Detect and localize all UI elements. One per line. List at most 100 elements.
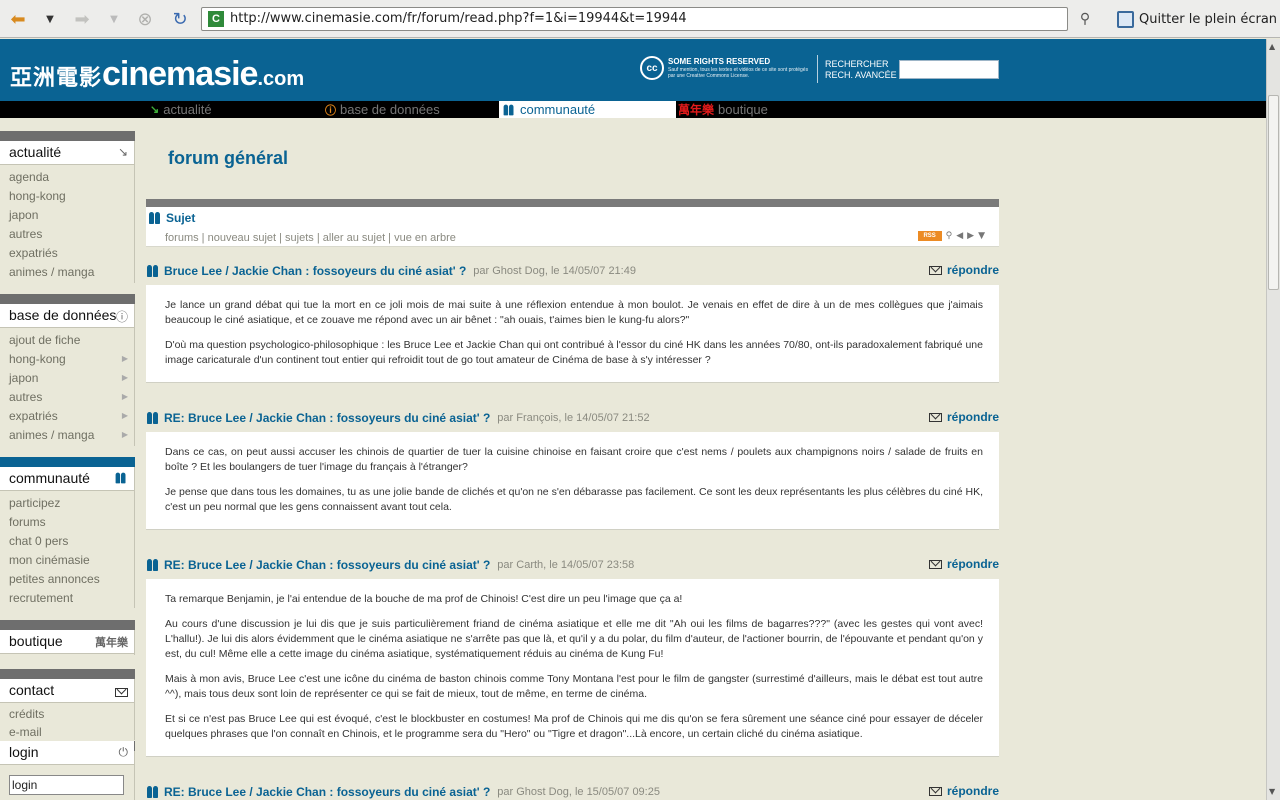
topnav-boutique[interactable]: 萬年樂 boutique	[678, 101, 852, 118]
reply-button[interactable]: répondre	[928, 263, 999, 277]
expand-arrow-icon[interactable]: ▶	[122, 411, 128, 420]
stop-icon[interactable]: ⊗	[133, 7, 157, 31]
rss-icon[interactable]: RSS	[917, 231, 942, 241]
sidebar-head-label: base de données	[9, 307, 117, 323]
post-meta: par Carth, le 14/05/07 23:58	[497, 559, 635, 571]
forward-arrow-icon[interactable]: ➡	[70, 7, 94, 31]
sidebar-item-japon[interactable]: japon	[9, 371, 38, 385]
sidebar-item-hong-kong[interactable]: hong-kong	[9, 352, 66, 366]
expand-arrow-icon[interactable]: ▶	[122, 430, 128, 439]
sidebar-item-ajout-de-fiche[interactable]: ajout de fiche	[9, 333, 80, 347]
url-bar[interactable]: C http://www.cinemasie.com/fr/forum/read…	[201, 7, 1068, 31]
people-icon	[146, 786, 160, 798]
reply-button[interactable]: répondre	[928, 557, 999, 571]
footprint-icon[interactable]: ⚲	[1073, 7, 1097, 31]
reply-label: répondre	[946, 263, 999, 277]
post-body: Ta remarque Benjamin, je l'ai entendue d…	[146, 579, 999, 757]
sidebar-item-email[interactable]: e-mail	[9, 725, 42, 739]
logo-wordmark: cinemasie	[102, 55, 258, 93]
page-scrollbar[interactable]: ▲ ▼	[1266, 39, 1280, 800]
site-logo[interactable]: 亞洲電影cinemasie.com	[10, 55, 304, 94]
post-paragraph: Et si ce n'est pas Bruce Lee qui est évo…	[165, 713, 983, 740]
people-icon	[503, 104, 516, 115]
search-link[interactable]: RECHERCHER	[825, 59, 897, 70]
post-title[interactable]: Bruce Lee / Jackie Chan : fossoyeurs du …	[164, 264, 466, 278]
post-title[interactable]: RE: Bruce Lee / Jackie Chan : fossoyeurs…	[164, 411, 490, 425]
post-title[interactable]: RE: Bruce Lee / Jackie Chan : fossoyeurs…	[164, 785, 490, 799]
sidebar-item-animes-manga[interactable]: animes / manga	[9, 265, 94, 279]
sidebar-head-actualite[interactable]: actualité ↘	[0, 141, 134, 165]
sidebar-head-label: actualité	[9, 144, 62, 160]
topnav-base-de-donnees[interactable]: ⓘ base de données	[325, 101, 499, 118]
topnav-label: base de données	[340, 102, 440, 117]
reply-label: répondre	[946, 410, 999, 424]
reply-label: répondre	[946, 557, 999, 571]
envelope-icon	[115, 686, 128, 700]
top-navigation: ↘ actualité ⓘ base de données communauté…	[0, 101, 1266, 118]
sidebar-head-base[interactable]: base de données ⓘ	[0, 304, 134, 328]
site-favicon-icon: C	[208, 11, 224, 27]
forum-navigation-links[interactable]: forums | nouveau sujet | sujets | aller …	[165, 232, 456, 244]
expand-arrow-icon[interactable]: ▶	[122, 354, 128, 363]
expand-arrow-icon[interactable]: ▶	[122, 392, 128, 401]
post-meta: par Ghost Dog, le 14/05/07 21:49	[473, 265, 636, 277]
reply-button[interactable]: répondre	[928, 410, 999, 424]
topnav-communaute[interactable]: communauté	[499, 101, 676, 118]
people-icon	[148, 212, 162, 224]
search-input[interactable]	[899, 60, 999, 79]
topnav-actualite[interactable]: ↘ actualité	[150, 101, 324, 118]
sidebar-section-communaute: communauté participez forums chat 0 pers…	[0, 457, 135, 608]
advanced-search-link[interactable]: RECH. AVANCÉE	[825, 70, 897, 81]
sidebar-item-credits[interactable]: crédits	[9, 707, 44, 721]
arrow-down-right-icon: ↘	[150, 104, 160, 116]
forward-history-chevron-icon[interactable]: ▼	[102, 7, 126, 31]
exit-fullscreen-button[interactable]: Quitter le plein écran	[1117, 9, 1277, 29]
sidebar-item-hong-kong[interactable]: hong-kong	[9, 189, 66, 203]
sidebar-item-participez[interactable]: participez	[9, 496, 60, 510]
sidebar-item-forums[interactable]: forums	[9, 515, 46, 529]
post-title[interactable]: RE: Bruce Lee / Jackie Chan : fossoyeurs…	[164, 558, 490, 572]
post-paragraph: Je pense que dans tous les domaines, tu …	[165, 486, 983, 513]
expand-arrow-icon[interactable]: ▶	[122, 373, 128, 382]
post-header: Bruce Lee / Jackie Chan : fossoyeurs du …	[146, 262, 999, 280]
sidebar-head-label: login	[9, 744, 39, 760]
sidebar-item-agenda[interactable]: agenda	[9, 170, 49, 184]
search-icon[interactable]: ⚲	[946, 231, 953, 241]
info-icon: ⓘ	[325, 104, 336, 117]
back-arrow-icon[interactable]: ⬅	[6, 7, 30, 31]
post-meta: par François, le 14/05/07 21:52	[497, 412, 650, 424]
sidebar-section-boutique: boutique 萬年樂	[0, 620, 135, 655]
back-history-chevron-icon[interactable]: ▼	[38, 7, 62, 31]
sidebar-item-animes-manga[interactable]: animes / manga	[9, 428, 94, 442]
reply-button[interactable]: répondre	[928, 784, 999, 798]
down-arrow-icon[interactable]: ▼	[978, 231, 985, 241]
sidebar-item-autres[interactable]: autres	[9, 227, 42, 241]
sidebar-item-chat[interactable]: chat 0 pers	[9, 534, 68, 548]
sidebar-item-expatries[interactable]: expatriés	[9, 246, 58, 260]
sidebar-head-contact[interactable]: contact	[0, 679, 134, 703]
sidebar-item-mon-cinemasie[interactable]: mon cinémasie	[9, 553, 90, 567]
cc-title: SOME RIGHTS RESERVED	[668, 57, 771, 66]
subject-tools: RSS ⚲ ◀ ▶ ▼	[917, 231, 985, 241]
sidebar-item-recrutement[interactable]: recrutement	[9, 591, 73, 605]
site-header: 亞洲電影cinemasie.com cc SOME RIGHTS RESERVE…	[0, 39, 1266, 101]
sidebar-item-expatries[interactable]: expatriés	[9, 409, 58, 423]
sidebar-item-petites-annonces[interactable]: petites annonces	[9, 572, 100, 586]
sidebar-head-label: contact	[9, 682, 55, 698]
sidebar-section-base: base de données ⓘ ajout de fiche hong-ko…	[0, 294, 135, 446]
creative-commons-notice[interactable]: cc SOME RIGHTS RESERVED Sauf mention, to…	[640, 56, 813, 80]
sidebar-item-japon[interactable]: japon	[9, 208, 38, 222]
scroll-thumb[interactable]	[1268, 95, 1279, 290]
sidebar-item-autres[interactable]: autres	[9, 390, 42, 404]
reload-icon[interactable]: ↻	[168, 7, 192, 31]
login-input[interactable]: login	[9, 775, 124, 795]
previous-arrow-icon[interactable]: ◀	[956, 231, 963, 241]
post-body: Je lance un grand débat qui tue la mort …	[146, 285, 999, 383]
sidebar-head-boutique[interactable]: boutique 萬年樂	[0, 630, 134, 654]
scroll-down-icon[interactable]: ▼	[1269, 787, 1275, 796]
sidebar-head-login[interactable]: login ⏻	[0, 741, 134, 765]
sidebar-head-communaute[interactable]: communauté	[0, 467, 134, 491]
fullscreen-icon	[1117, 10, 1134, 28]
scroll-up-icon[interactable]: ▲	[1269, 42, 1275, 51]
next-arrow-icon[interactable]: ▶	[967, 231, 974, 241]
